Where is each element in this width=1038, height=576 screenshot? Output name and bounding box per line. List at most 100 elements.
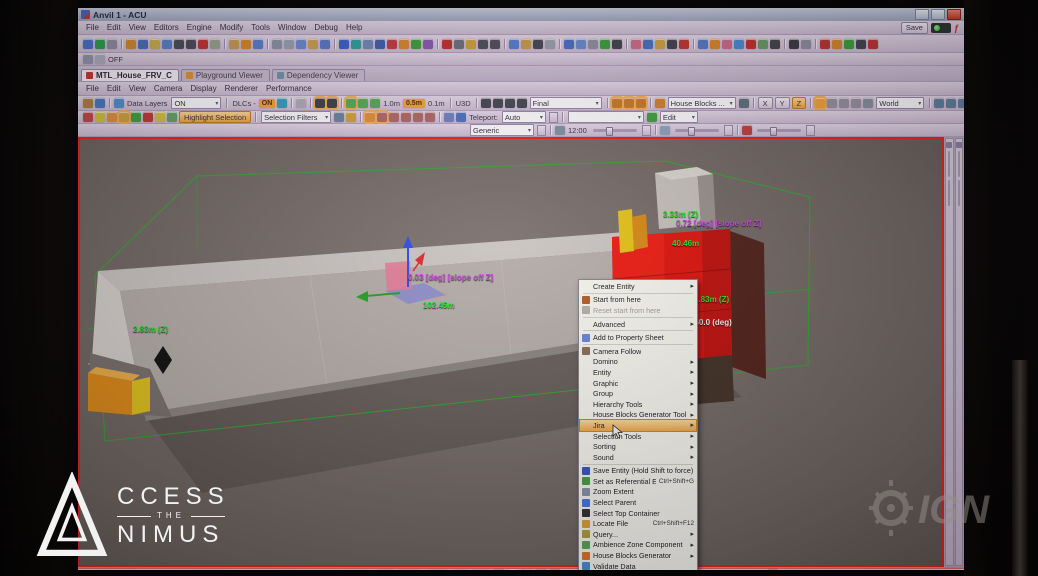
add-icon[interactable] <box>815 98 825 108</box>
menu-item-start-from-here[interactable]: Start from here <box>580 295 696 306</box>
window2-icon[interactable] <box>576 39 586 49</box>
rotate-cw-icon[interactable] <box>827 98 837 108</box>
menu-view[interactable]: View <box>125 23 150 32</box>
magnifier-icon[interactable] <box>934 98 944 108</box>
snap-grid2-icon[interactable] <box>358 98 368 108</box>
chart-teal-icon[interactable] <box>351 39 361 49</box>
menu-item-group[interactable]: Group▸ <box>580 388 696 399</box>
dock-handle2-icon[interactable] <box>95 54 105 64</box>
camera-mode-select[interactable]: Generic▾ <box>470 124 534 136</box>
house-blocks-icon[interactable] <box>655 98 665 108</box>
stats-icon[interactable] <box>411 39 421 49</box>
menu-help[interactable]: Help <box>342 23 366 32</box>
play-icon[interactable] <box>466 39 476 49</box>
menu-engine[interactable]: Engine <box>183 23 216 32</box>
camera-preset3-icon[interactable] <box>401 112 411 122</box>
refresh-icon[interactable] <box>734 39 744 49</box>
menu-item-graphic[interactable]: Graphic▸ <box>580 378 696 389</box>
camera-preset4-icon[interactable] <box>413 112 423 122</box>
menu-item-set-as-referential-entity[interactable]: Set as Referential EntityCtrl+Shift+G <box>580 476 696 487</box>
window-icon[interactable] <box>564 39 574 49</box>
transform-icon[interactable] <box>126 39 136 49</box>
user-icon[interactable] <box>643 39 653 49</box>
stack-icon[interactable] <box>739 98 749 108</box>
menu-item-selection-tools[interactable]: Selection Tools▸ <box>580 431 696 442</box>
scene-settings-icon[interactable] <box>95 98 105 108</box>
axis-x-button[interactable]: X <box>758 97 773 109</box>
character-icon[interactable] <box>138 39 148 49</box>
doc-blue-icon[interactable] <box>509 39 519 49</box>
menu-item-domino[interactable]: Domino▸ <box>580 357 696 368</box>
square-green-icon[interactable] <box>844 39 854 49</box>
wrench-orange-icon[interactable] <box>710 39 720 49</box>
menu-camera[interactable]: Camera <box>150 84 186 93</box>
menu-item-reset-start-from-here[interactable]: Reset start from here <box>580 305 696 316</box>
camera-preset-icon[interactable] <box>377 112 387 122</box>
menu-item-hierarchy-tools[interactable]: Hierarchy Tools▸ <box>580 399 696 410</box>
menu-view[interactable]: View <box>125 84 150 93</box>
snapshot-icon[interactable] <box>508 569 518 570</box>
clock-icon[interactable] <box>555 125 565 135</box>
spinner-control[interactable] <box>642 125 651 136</box>
sphere-orange-icon[interactable] <box>241 39 251 49</box>
display-icon[interactable] <box>533 39 543 49</box>
undo-icon[interactable] <box>320 39 330 49</box>
paste-icon[interactable] <box>308 39 318 49</box>
display-status-icon[interactable] <box>536 569 546 570</box>
cloud-icon[interactable] <box>660 125 670 135</box>
tri-red-icon[interactable] <box>820 39 830 49</box>
toggle-red-green-icon[interactable] <box>198 39 208 49</box>
magnifier-minus-icon[interactable] <box>958 98 964 108</box>
copy-icon[interactable] <box>296 39 306 49</box>
branch-icon[interactable] <box>550 569 560 570</box>
globe-icon[interactable] <box>114 98 124 108</box>
menu-file[interactable]: File <box>82 23 103 32</box>
speaker-icon[interactable] <box>478 39 488 49</box>
paint-icon[interactable] <box>83 112 93 122</box>
cube-dark-icon[interactable] <box>856 39 866 49</box>
menu-display[interactable]: Display <box>186 84 220 93</box>
menu-item-sorting[interactable]: Sorting▸ <box>580 441 696 452</box>
camera-icon[interactable] <box>454 39 464 49</box>
menu-item-save-entity-hold-shift-to-force[interactable]: Save Entity (Hold Shift to force) <box>580 466 696 477</box>
menu-item-ambience-zone-component[interactable]: Ambience Zone Component▸ <box>580 540 696 551</box>
world-sphere-icon[interactable] <box>95 39 105 49</box>
tab-playground-viewer[interactable]: Playground Viewer <box>181 69 270 81</box>
camera2-icon[interactable] <box>789 39 799 49</box>
spinner-control[interactable] <box>537 125 546 136</box>
dock-handle-icon[interactable] <box>83 54 93 64</box>
sphere-red-icon[interactable] <box>143 112 153 122</box>
bookmark-select[interactable]: ▾ <box>568 111 644 123</box>
menu-item-jira[interactable]: Jira▸ <box>580 420 696 431</box>
funnel-icon[interactable] <box>119 112 129 122</box>
menu-edit[interactable]: Edit <box>103 84 125 93</box>
save-icon[interactable] <box>272 39 282 49</box>
flag-pink-icon[interactable] <box>631 39 641 49</box>
pen-icon[interactable] <box>863 98 873 108</box>
wind-slider[interactable] <box>757 129 801 132</box>
marker-a-icon[interactable] <box>174 39 184 49</box>
render-mode-icon[interactable] <box>315 98 325 108</box>
save-button[interactable]: Save <box>901 22 928 34</box>
tab-dependency-viewer[interactable]: Dependency Viewer <box>272 69 365 81</box>
camera-preset5-icon[interactable] <box>425 112 435 122</box>
menu-renderer[interactable]: Renderer <box>221 84 262 93</box>
menu-item-select-top-container[interactable]: Select Top Container <box>580 508 696 519</box>
cursor-orange-icon[interactable] <box>107 112 117 122</box>
flag-red-icon[interactable] <box>679 39 689 49</box>
record-icon[interactable] <box>442 39 452 49</box>
tool-dark-icon[interactable] <box>667 39 677 49</box>
menu-item-validate-data[interactable]: Validate Data <box>580 561 696 570</box>
selection-filters-select[interactable]: Selection Filters▾ <box>261 111 331 123</box>
spinner-control[interactable] <box>724 125 733 136</box>
menu-item-locate-file[interactable]: Locate FileCtrl+Shift+F12 <box>580 518 696 529</box>
lod4-icon[interactable] <box>517 98 527 108</box>
menu-item-house-blocks-generator-tools[interactable]: House Blocks Generator Tools▸ <box>580 410 696 421</box>
off-toggle[interactable]: OFF <box>108 55 123 64</box>
engine-power-toggle[interactable] <box>931 23 951 33</box>
maximize-button[interactable] <box>931 9 945 20</box>
highlight-selection-button[interactable]: Highlight Selection <box>179 111 251 123</box>
flag-icon[interactable] <box>742 125 752 135</box>
cut-icon[interactable] <box>284 39 294 49</box>
no-entry-icon[interactable] <box>746 39 756 49</box>
